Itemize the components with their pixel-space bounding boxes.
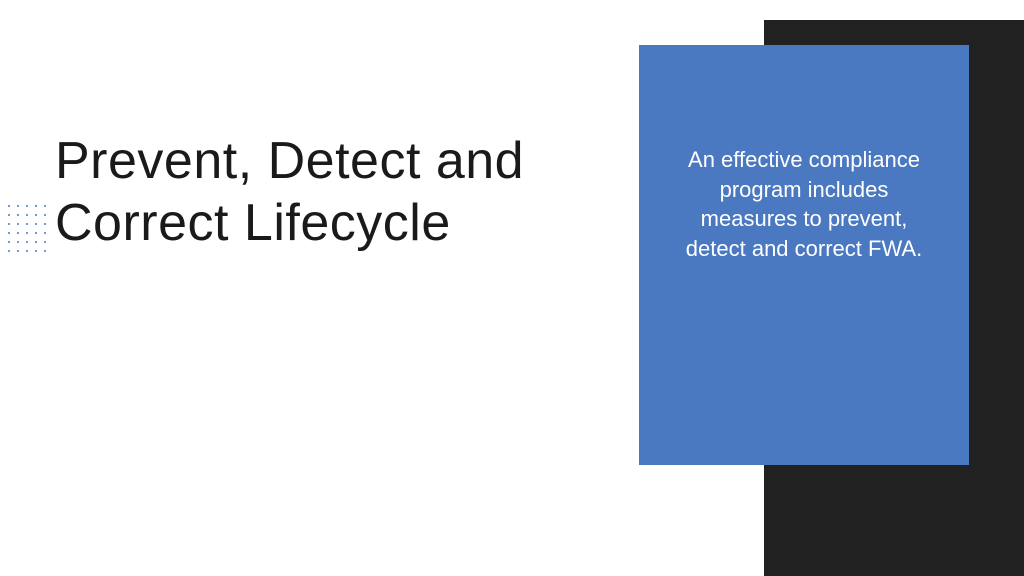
panel-text: An effective compliance program includes… — [669, 145, 939, 264]
page-title: Prevent, Detect and Correct Lifecycle — [55, 130, 535, 255]
blue-panel: An effective compliance program includes… — [639, 45, 969, 465]
dot-pattern — [8, 205, 50, 256]
title-area: Prevent, Detect and Correct Lifecycle — [55, 130, 535, 255]
